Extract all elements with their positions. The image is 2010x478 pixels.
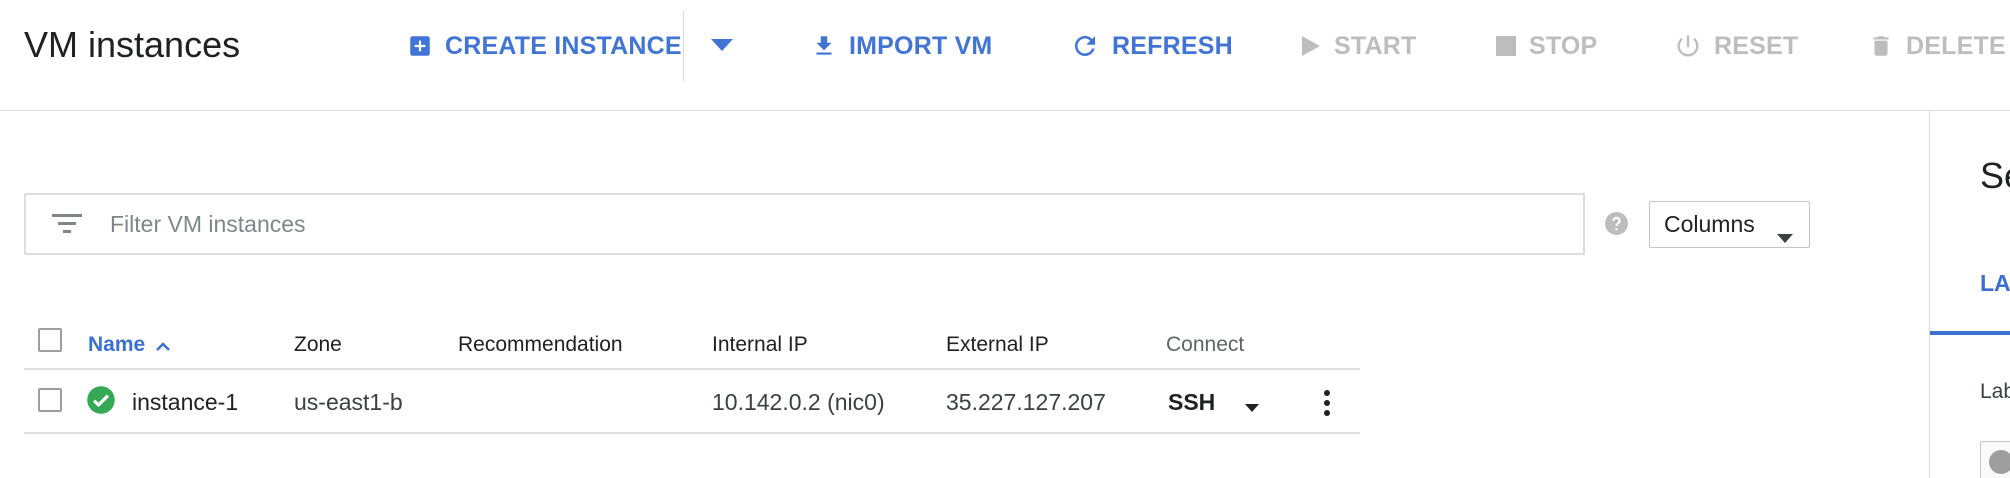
toolbar-divider [683, 10, 684, 81]
select-all-checkbox[interactable] [38, 328, 62, 352]
columns-button[interactable]: Columns [1649, 201, 1810, 248]
caret-down-icon [1777, 222, 1793, 249]
column-header-internal-ip[interactable]: Internal IP [712, 330, 808, 360]
create-instance-button[interactable]: CREATE INSTANCE [407, 26, 682, 66]
reset-label: RESET [1714, 31, 1799, 60]
column-header-zone[interactable]: Zone [294, 330, 342, 360]
download-icon [811, 32, 837, 60]
filter-list-icon[interactable] [52, 212, 82, 236]
row-checkbox[interactable] [38, 388, 62, 412]
caret-down-icon [711, 38, 733, 56]
column-header-name-label: Name [88, 333, 146, 356]
toolbar: VM instances CREATE INSTANCE IMPORT VM R… [0, 0, 2010, 111]
table-header: Name Zone Recommendation Internal IP Ext… [24, 320, 1360, 370]
refresh-icon [1070, 31, 1100, 61]
instance-external-ip[interactable]: 35.227.127.207 [946, 386, 1106, 418]
refresh-label: REFRESH [1112, 31, 1233, 60]
start-label: START [1334, 31, 1417, 60]
delete-label: DELETE [1906, 31, 2006, 60]
power-icon [1674, 32, 1702, 60]
add-box-icon [407, 33, 433, 59]
ssh-options-dropdown[interactable] [1245, 399, 1259, 417]
column-header-connect: Connect [1166, 333, 1245, 356]
refresh-button[interactable]: REFRESH [1070, 26, 1233, 66]
stop-button[interactable]: STOP [1495, 26, 1597, 66]
columns-label: Columns [1664, 211, 1755, 237]
page-title: VM instances [24, 24, 241, 65]
sort-ascending-icon [155, 330, 171, 360]
table-row: instance-1 us-east1-b 10.142.0.2 (nic0) … [24, 370, 1360, 434]
side-panel-title: Se [1980, 155, 2010, 196]
side-panel-label-chip[interactable] [1980, 441, 2010, 478]
instance-name-link[interactable]: instance-1 [132, 386, 238, 418]
side-panel-tab-indicator [1930, 331, 2010, 335]
trash-icon [1868, 32, 1894, 60]
check-circle-icon [86, 385, 116, 415]
instance-internal-ip: 10.142.0.2 (nic0) [712, 389, 885, 415]
side-panel-tab-labels[interactable]: LA [1980, 270, 2010, 297]
instance-zone: us-east1-b [294, 389, 403, 415]
create-options-dropdown[interactable] [705, 30, 739, 64]
ssh-button[interactable]: SSH [1168, 386, 1215, 418]
info-side-panel: Se LA Lab [1929, 111, 2010, 478]
play-icon [1300, 34, 1322, 58]
create-instance-label: CREATE INSTANCE [445, 31, 682, 60]
start-button[interactable]: START [1300, 26, 1416, 66]
stop-icon [1495, 35, 1517, 57]
stop-label: STOP [1529, 31, 1598, 60]
filter-input[interactable] [110, 203, 1560, 245]
reset-button[interactable]: RESET [1674, 26, 1798, 66]
column-header-external-ip[interactable]: External IP [946, 330, 1049, 360]
help-icon[interactable] [1604, 211, 1629, 236]
column-header-recommendation[interactable]: Recommendation [458, 330, 623, 360]
import-vm-label: IMPORT VM [849, 31, 993, 60]
more-vert-icon[interactable] [1312, 386, 1342, 420]
column-header-name[interactable]: Name [88, 330, 171, 360]
delete-button[interactable]: DELETE [1868, 26, 2006, 66]
import-vm-button[interactable]: IMPORT VM [811, 26, 992, 66]
side-panel-label: Lab [1980, 380, 2010, 403]
filter-bar [24, 193, 1585, 255]
